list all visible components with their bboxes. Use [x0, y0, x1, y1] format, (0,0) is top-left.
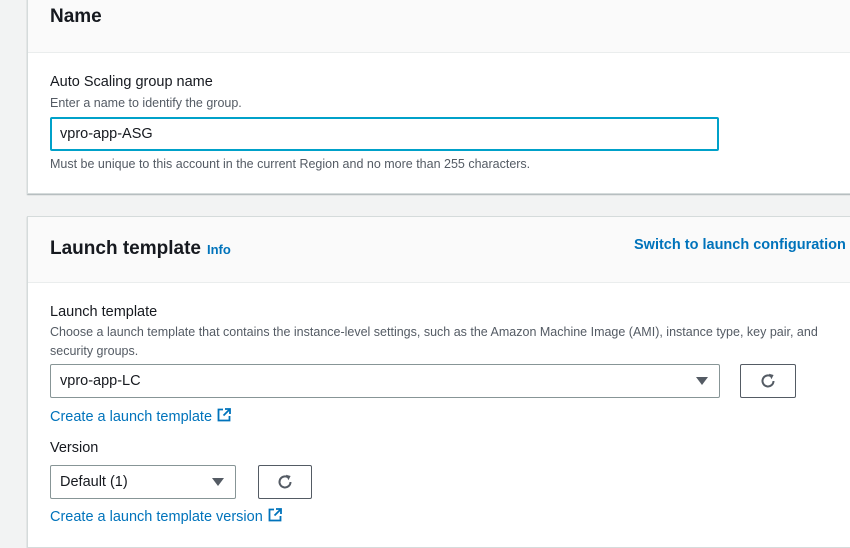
asg-name-constraint: Must be unique to this account in the cu…: [50, 157, 531, 171]
version-select[interactable]: Default (1): [50, 465, 236, 499]
asg-name-input[interactable]: [50, 117, 719, 151]
name-panel-header: Name: [28, 0, 850, 53]
launch-template-section-title: Launch template Info: [50, 238, 231, 260]
name-section-title: Name: [50, 6, 102, 27]
refresh-launch-templates-button[interactable]: [740, 364, 796, 398]
version-label: Version: [50, 440, 99, 456]
external-link-icon: [268, 508, 282, 522]
launch-template-panel-header: Launch template Info Switch to launch con…: [28, 217, 850, 283]
create-launch-template-version-link-text: Create a launch template version: [50, 509, 263, 525]
refresh-icon: [278, 474, 292, 489]
caret-down-icon: [212, 478, 224, 486]
launch-template-select[interactable]: vpro-app-LC: [50, 364, 720, 398]
switch-to-launch-configuration-link[interactable]: Switch to launch configuration: [634, 237, 846, 253]
launch-template-title-text: Launch template: [50, 238, 201, 259]
create-launch-template-version-link[interactable]: Create a launch template version: [50, 507, 283, 525]
launch-template-panel: Launch template Info Switch to launch con…: [27, 216, 850, 548]
asg-name-description: Enter a name to identify the group.: [50, 96, 242, 110]
launch-template-description: Choose a launch template that contains t…: [50, 325, 818, 358]
external-link-icon: [217, 408, 231, 422]
create-launch-template-link[interactable]: Create a launch template: [50, 407, 232, 425]
info-link[interactable]: Info: [207, 242, 231, 257]
caret-down-icon: [696, 377, 708, 385]
launch-template-selected-value: vpro-app-LC: [60, 373, 141, 389]
launch-template-label: Launch template: [50, 304, 158, 320]
create-launch-template-link-text: Create a launch template: [50, 409, 213, 425]
refresh-versions-button[interactable]: [258, 465, 312, 499]
name-panel: Name Auto Scaling group name Enter a nam…: [27, 0, 850, 194]
version-selected-value: Default (1): [60, 474, 128, 490]
refresh-icon: [761, 373, 775, 388]
asg-name-label: Auto Scaling group name: [50, 74, 213, 90]
